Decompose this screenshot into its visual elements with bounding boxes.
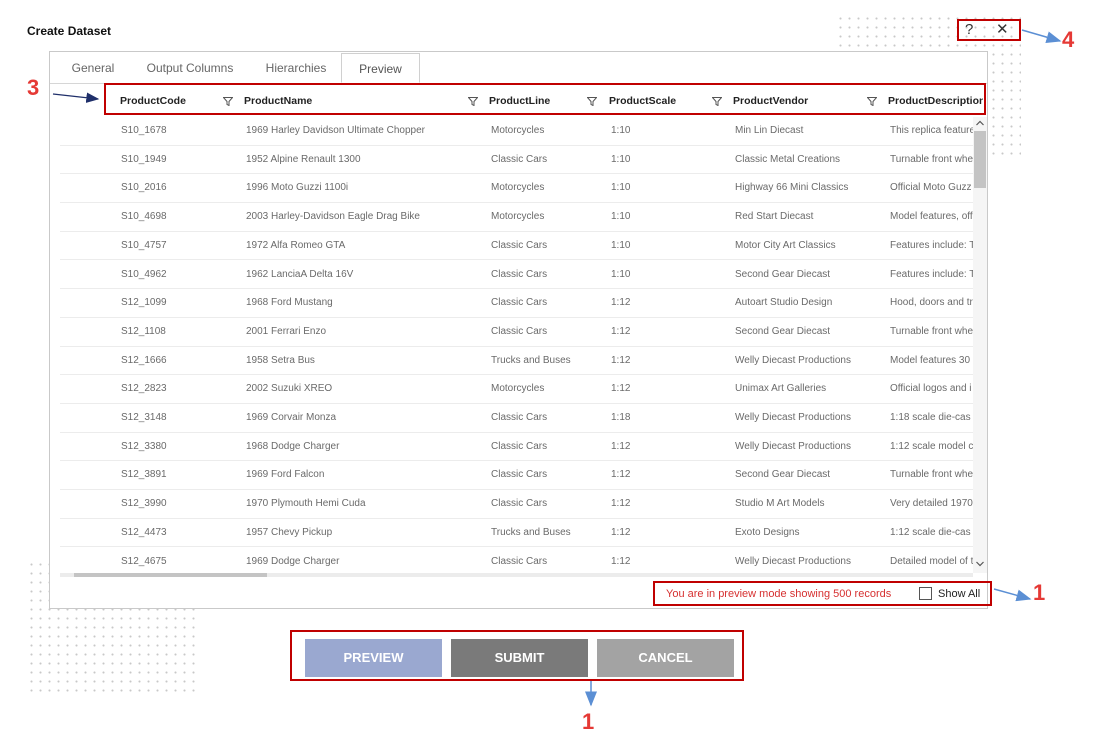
- annotation-arrow-3: [52, 92, 100, 103]
- annotation-arrows: [52, 29, 1062, 707]
- annotation-arrow-4: [1021, 29, 1062, 44]
- annotation-number: 1: [1033, 580, 1046, 605]
- annotation-number: 1: [582, 709, 595, 734]
- annotation-arrow-status: [993, 588, 1032, 602]
- annotation-number: 3: [27, 75, 40, 100]
- annotation-number: 4: [1062, 27, 1075, 52]
